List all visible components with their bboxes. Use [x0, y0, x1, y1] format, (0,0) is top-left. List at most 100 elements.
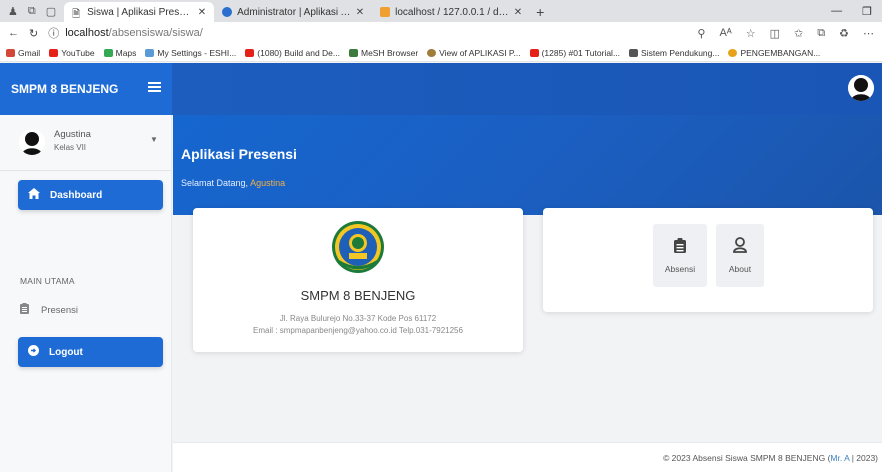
bookmark-label: YouTube	[61, 47, 95, 58]
tab-actions-icon[interactable]: ▢	[46, 5, 56, 18]
bookmark-build[interactable]: (1080) Build and De...	[245, 48, 340, 58]
bookmark-aplikasi[interactable]: View of APLIKASI P...	[427, 47, 521, 58]
key-icon[interactable]: ⚲	[697, 27, 705, 40]
sidebar-item-presensi[interactable]: Presensi	[20, 303, 78, 317]
bookmark-sistem[interactable]: Sistem Pendukung...	[629, 48, 719, 58]
sidebar-item-label: Dashboard	[50, 189, 103, 201]
logout-button[interactable]: Logout	[18, 337, 163, 367]
url-field[interactable]: ⓘ localhost/absensiswa/siswa/	[48, 25, 687, 41]
user-name: Agustina	[54, 129, 91, 140]
page-title: Aplikasi Presensi	[181, 146, 297, 162]
profile-icon[interactable]: ♟	[8, 5, 18, 18]
tab-siswa[interactable]: 🗎 Siswa | Aplikasi Presensi ✕	[64, 2, 215, 22]
bookmark-label: Gmail	[18, 47, 41, 58]
chevron-down-icon[interactable]: ▼	[150, 135, 158, 144]
bookmark-tutorial[interactable]: (1285) #01 Tutorial...	[529, 47, 621, 58]
split-screen-icon[interactable]: ◫	[770, 27, 780, 40]
info-icon: ⓘ	[48, 28, 60, 40]
user-avatar	[19, 129, 45, 155]
mesh-icon	[349, 48, 358, 57]
app-root: SMPM 8 BENJENG Agustina Kelas VII ▼ Dash…	[0, 63, 882, 472]
sidebar-item-dashboard[interactable]: Dashboard	[18, 180, 163, 210]
extensions-icon[interactable]: ♻	[839, 27, 849, 40]
maps-icon	[103, 48, 113, 57]
youtube-icon	[245, 48, 255, 57]
close-tab-icon[interactable]: ✕	[356, 7, 364, 18]
brand-logo[interactable]: SMPM 8 BENJENG	[0, 63, 172, 115]
bookmark-label: MeSH Browser	[361, 47, 419, 58]
tab-phpmyadmin[interactable]: localhost / 127.0.0.1 / db_imas / ✕	[372, 2, 530, 22]
home-icon	[28, 188, 40, 202]
clipboard-icon	[20, 303, 29, 317]
tab-title: Siswa | Aplikasi Presensi	[87, 6, 193, 18]
restore-icon[interactable]: ❐	[862, 5, 872, 18]
journal-icon	[427, 48, 437, 57]
bookmark-maps[interactable]: Maps	[103, 47, 137, 58]
welcome-text: Selamat Datang, Agustina	[181, 178, 285, 188]
bookmark-pengembangan[interactable]: PENGEMBANGAN...	[728, 48, 820, 58]
copyright-suffix: | 2023)	[849, 453, 878, 463]
bookmark-label: (1080) Build and De...	[257, 47, 340, 58]
tile-label: About	[728, 264, 752, 274]
logout-label: Logout	[49, 346, 83, 358]
tab-title: Administrator | Aplikasi Absensi	[237, 6, 351, 18]
folder-icon	[728, 48, 738, 57]
user-icon	[733, 237, 747, 255]
copyright-text: © 2023 Absensi Siswa SMPM 8 BENJENG (	[663, 453, 831, 463]
menu-card: Absensi About	[543, 208, 873, 312]
address-bar: ← ↻ ⓘ localhost/absensiswa/siswa/ ⚲ Aᴬ ☆…	[0, 22, 882, 44]
phpmyadmin-icon	[380, 7, 391, 17]
sidebar: Agustina Kelas VII ▼ Dashboard MAIN UTAM…	[0, 115, 172, 472]
new-tab-button[interactable]: +	[530, 2, 550, 22]
user-panel[interactable]: Agustina Kelas VII ▼	[0, 115, 172, 171]
bookmark-label: My Settings - ESHI...	[157, 47, 237, 58]
school-contact: Email : smpmapanbenjeng@yahoo.co.id Telp…	[253, 326, 463, 335]
settings-icon	[145, 48, 155, 57]
browser-tab-strip: ♟ ⧉ ▢ 🗎 Siswa | Aplikasi Presensi ✕ Admi…	[0, 0, 882, 22]
bookmark-label: (1285) #01 Tutorial...	[541, 47, 621, 58]
bookmark-label: PENGEMBANGAN...	[740, 47, 821, 58]
page-icon: 🗎	[72, 9, 81, 20]
bookmark-youtube[interactable]: YouTube	[49, 47, 95, 58]
pdf-icon	[629, 48, 639, 57]
refresh-icon[interactable]: ↻	[29, 27, 38, 40]
about-tile[interactable]: About	[716, 224, 764, 287]
url-host: localhost	[65, 27, 109, 39]
more-icon[interactable]: ⋯	[863, 27, 874, 40]
author-link[interactable]: Mr. A	[830, 453, 849, 463]
close-tab-icon[interactable]: ✕	[514, 7, 522, 18]
bookmark-gmail[interactable]: Gmail	[6, 48, 40, 58]
collections-icon[interactable]: ⧉	[817, 27, 825, 40]
favorites-icon[interactable]: ✩	[794, 27, 803, 40]
bookmark-label: View of APLIKASI P...	[439, 47, 521, 58]
bookmarks-bar: Gmail YouTube Maps My Settings - ESHI...…	[0, 44, 882, 62]
absensi-tile[interactable]: Absensi	[653, 224, 707, 287]
youtube-icon	[529, 48, 539, 57]
tab-administrator[interactable]: Administrator | Aplikasi Absensi ✕	[214, 2, 372, 22]
workspaces-icon[interactable]: ⧉	[28, 5, 36, 18]
favorite-star-icon[interactable]: ☆	[746, 27, 756, 40]
bookmark-my-settings[interactable]: My Settings - ESHI...	[145, 48, 236, 58]
tab-title: localhost / 127.0.0.1 / db_imas /	[395, 6, 509, 18]
hero-banner: Aplikasi Presensi Selamat Datang, Agusti…	[173, 115, 882, 215]
school-info-card: SMPM 8 BENJENG Jl. Raya Bulurejo No.33-3…	[193, 208, 523, 352]
url-path: /absensiswa/siswa/	[108, 27, 203, 39]
bookmark-label: Maps	[115, 47, 137, 58]
bookmark-mesh[interactable]: MeSH Browser	[349, 48, 418, 58]
site-icon	[222, 7, 233, 17]
sidebar-item-label: Presensi	[41, 304, 78, 316]
tile-label: Absensi	[664, 263, 696, 274]
minimize-icon[interactable]: —	[831, 5, 842, 17]
nav-avatar[interactable]	[848, 75, 874, 101]
bookmark-label: Sistem Pendukung...	[641, 47, 720, 58]
welcome-user-name: Agustina	[250, 178, 286, 188]
back-icon[interactable]: ←	[8, 27, 19, 39]
school-name: SMPM 8 BENJENG	[300, 288, 416, 303]
youtube-icon	[49, 48, 59, 57]
footer: © 2023 Absensi Siswa SMPM 8 BENJENG (Mr.…	[173, 442, 882, 472]
close-tab-icon[interactable]: ✕	[198, 7, 206, 18]
menu-toggle-icon[interactable]	[148, 82, 161, 92]
brand-text: SMPM 8 BENJENG	[11, 82, 119, 96]
read-aloud-icon[interactable]: Aᴬ	[719, 27, 731, 39]
user-class: Kelas VII	[54, 143, 87, 152]
